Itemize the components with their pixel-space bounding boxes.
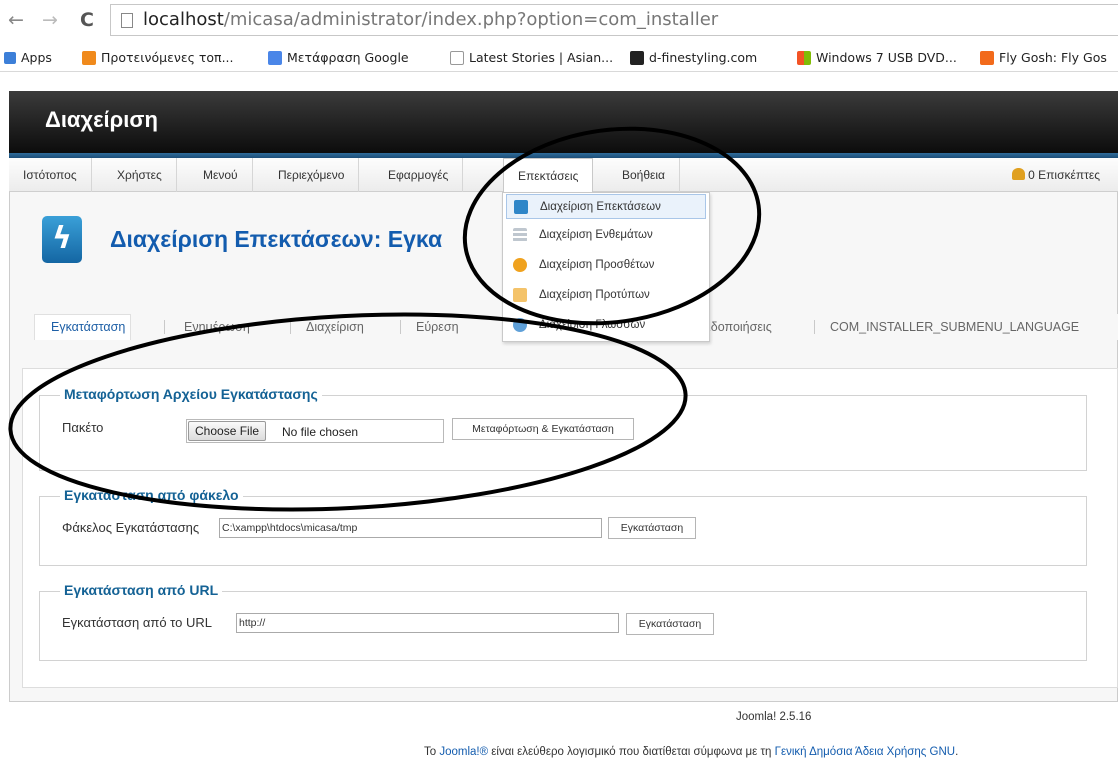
dropdown-label: Διαχείριση Επεκτάσεων [540, 201, 661, 213]
menu-menus[interactable]: Μενού [189, 158, 253, 192]
bookmark-icon [82, 50, 96, 65]
folder-input[interactable] [219, 518, 602, 538]
dropdown-item-module-manager[interactable]: Διαχείριση Ενθεμάτων [506, 223, 706, 248]
url-label: Εγκατάσταση από το URL [62, 615, 212, 630]
visitors-label: 0 Επισκέπτες [1028, 168, 1100, 182]
modules-icon [513, 228, 527, 242]
blogger-icon [980, 50, 994, 65]
dropdown-item-template-manager[interactable]: Διαχείριση Προτύπων [506, 283, 706, 308]
tab-separator [814, 320, 815, 334]
tab-separator [290, 320, 291, 334]
bolt-icon [514, 200, 528, 214]
bookmark-apps[interactable]: Apps [4, 50, 52, 65]
bookmark-label: Windows 7 USB DVD... [816, 50, 957, 65]
dropdown-label: Διαχείριση Γλωσσών [539, 319, 646, 331]
bookmark-label: Apps [21, 50, 52, 65]
bookmark-label: Μετάφραση Google [287, 50, 409, 65]
bookmark-label: Fly Gosh: Fly Gos [999, 50, 1107, 65]
folder-install-button[interactable]: Εγκατάσταση [608, 517, 696, 539]
folder-legend: Εγκατάσταση από φάκελο [60, 487, 243, 503]
menu-site[interactable]: Ιστότοπος [9, 158, 92, 192]
tab-update[interactable]: Ενημέρωση [184, 320, 250, 334]
visitors-count: 0 Επισκέπτες [1012, 168, 1100, 182]
page-icon [450, 50, 464, 65]
license-footer: Το Joomla!® είναι ελεύθερο λογισμικό που… [424, 746, 958, 758]
url-host: localhost [143, 9, 224, 30]
footer-text: . [955, 746, 959, 758]
dropdown-item-plugin-manager[interactable]: Διαχείριση Προσθέτων [506, 253, 706, 278]
tab-discover[interactable]: Εύρεση [416, 320, 459, 334]
apps-icon [4, 51, 16, 64]
bookmarks-bar: Apps Προτεινόμενες τοπ... Μετάφραση Goog… [0, 44, 1118, 72]
page-title: Διαχείριση Επεκτάσεων: Εγκα [110, 226, 443, 252]
dropdown-label: Διαχείριση Προτύπων [539, 289, 650, 301]
url-input[interactable] [236, 613, 619, 633]
tab-install[interactable]: Εγκατάσταση [34, 314, 132, 340]
dropdown-item-extension-manager[interactable]: Διαχείριση Επεκτάσεων [506, 194, 706, 219]
menu-components[interactable]: Εφαρμογές [374, 158, 464, 192]
choose-file-button[interactable]: Choose File [188, 421, 267, 441]
extensions-bolt-icon: ϟ [42, 216, 82, 263]
url-install-button[interactable]: Εγκατάσταση [626, 613, 714, 635]
bookmark-label: Προτεινόμενες τοπ... [101, 50, 234, 65]
upload-legend: Μεταφόρτωση Αρχείου Εγκατάστασης [60, 386, 322, 402]
extensions-dropdown: Διαχείριση Επεκτάσεων Διαχείριση Ενθεμάτ… [502, 192, 710, 342]
browser-toolbar: ← → C localhost/micasa/administrator/ind… [0, 0, 1118, 44]
url-path: /micasa/administrator/index.php?option=c… [223, 9, 719, 30]
windows-icon [797, 50, 811, 65]
template-icon [513, 288, 527, 302]
admin-title: Διαχείριση [45, 107, 158, 132]
bookmark-item[interactable]: Windows 7 USB DVD... [797, 50, 957, 65]
joomla-link[interactable]: Joomla!® [439, 746, 488, 758]
bookmark-item[interactable]: Μετάφραση Google [268, 50, 409, 65]
menu-content[interactable]: Περιεχόμενο [264, 158, 360, 192]
dropdown-item-language-manager[interactable]: Διαχείριση Γλωσσών [506, 313, 706, 338]
language-icon [513, 318, 527, 332]
footer-text: Το [424, 746, 440, 758]
tab-languages[interactable]: COM_INSTALLER_SUBMENU_LANGUAGE [830, 320, 1079, 334]
tab-separator [400, 320, 401, 334]
bookmark-label: Latest Stories | Asian... [469, 50, 614, 65]
user-icon [1012, 168, 1026, 180]
tab-manage[interactable]: Διαχείριση [306, 320, 364, 334]
site-icon [630, 50, 644, 65]
joomla-version: Joomla! 2.5.16 [736, 711, 812, 723]
forward-icon[interactable]: → [42, 9, 58, 31]
menu-extensions[interactable]: Επεκτάσεις [503, 158, 594, 193]
upload-install-button[interactable]: Μεταφόρτωση & Εγκατάσταση [452, 418, 634, 440]
back-icon[interactable]: ← [8, 9, 24, 31]
package-label: Πακέτο [62, 420, 104, 435]
no-file-text: No file chosen [282, 425, 359, 439]
bookmark-item[interactable]: d-finestyling.com [630, 50, 757, 65]
bookmark-item[interactable]: Fly Gosh: Fly Gos [980, 50, 1107, 65]
tab-warnings[interactable]: ιδοποιήσεις [708, 320, 772, 334]
admin-header: Διαχείριση [9, 91, 1118, 153]
tab-separator [164, 320, 165, 334]
bookmark-item[interactable]: Προτεινόμενες τοπ... [82, 50, 234, 65]
gnu-license-link[interactable]: Γενική Δημόσια Άδεια Χρήσης GNU [775, 746, 955, 758]
page-icon [121, 13, 133, 28]
address-bar[interactable]: localhost/micasa/administrator/index.php… [110, 4, 1118, 36]
url-legend: Εγκατάσταση από URL [60, 582, 223, 598]
reload-icon[interactable]: C [80, 9, 94, 31]
menu-help[interactable]: Βοήθεια [608, 158, 680, 192]
menu-users[interactable]: Χρήστες [103, 158, 177, 192]
bookmark-item[interactable]: Latest Stories | Asian... [450, 50, 613, 65]
dropdown-label: Διαχείριση Προσθέτων [539, 259, 655, 271]
bookmark-label: d-finestyling.com [649, 50, 758, 65]
dropdown-label: Διαχείριση Ενθεμάτων [539, 229, 653, 241]
translate-icon [268, 50, 282, 65]
admin-menubar: Ιστότοπος Χρήστες Μενού Περιεχόμενο Εφαρ… [9, 158, 1118, 193]
folder-label: Φάκελος Εγκατάστασης [62, 520, 200, 535]
plugin-icon [513, 258, 527, 272]
footer-text: είναι ελεύθερο λογισμικό που διατίθεται … [488, 746, 775, 758]
